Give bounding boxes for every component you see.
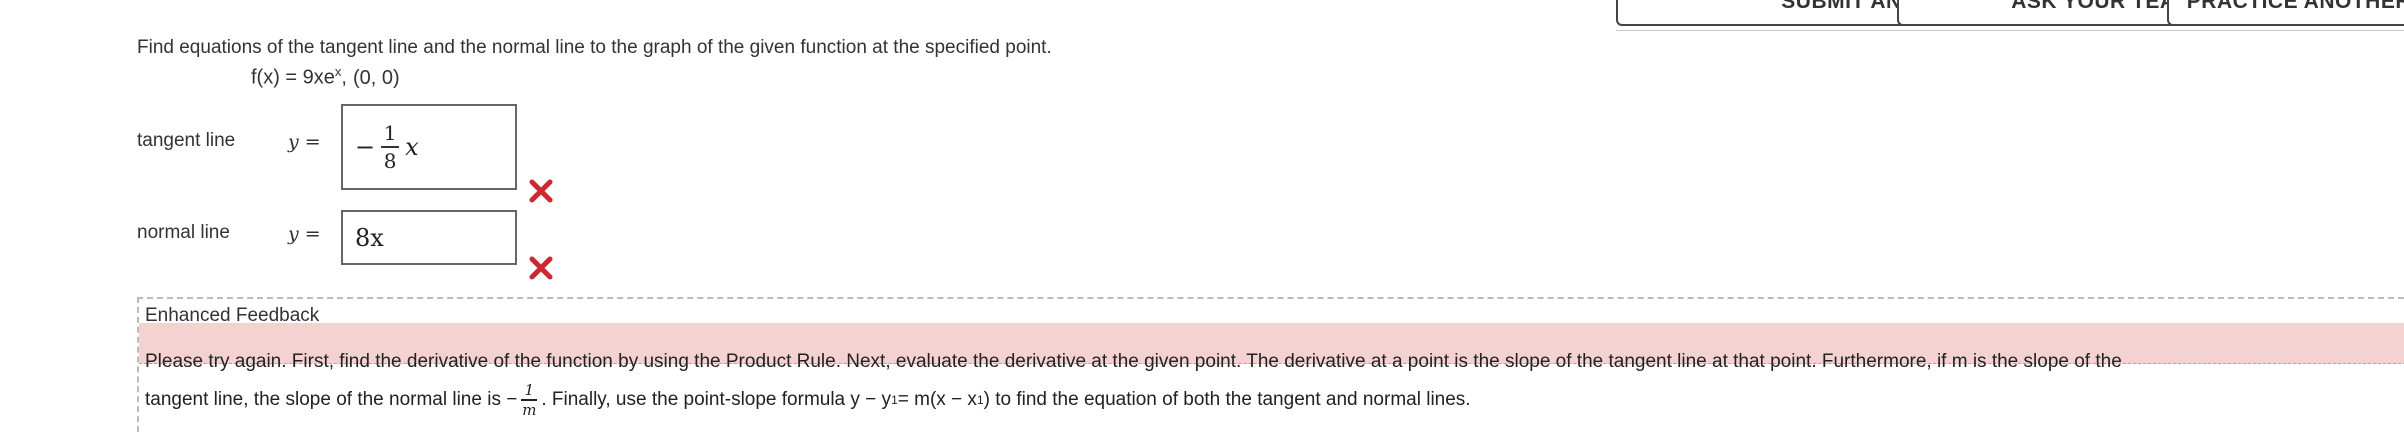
function-expression: f(x) = 9xex, (251, 64, 347, 89)
function-definition: f(x) = 9xex, (0, 0) (251, 64, 400, 90)
feedback-line-2-part-b: . Finally, use the point-slope formula y… (541, 389, 892, 410)
function-lhs: f(x) = 9xe (251, 66, 335, 89)
tangent-fraction: 1 8 (381, 121, 400, 173)
incorrect-x-icon (529, 256, 553, 280)
question-prompt: Find equations of the tangent line and t… (137, 37, 1052, 58)
feedback-subscript-1: 1 (891, 393, 898, 407)
feedback-line-2-part-d: ) to find the equation of both the tange… (983, 389, 1471, 410)
function-exponent: x (334, 64, 342, 79)
tangent-fraction-denominator: 8 (383, 149, 397, 173)
feedback-fraction-denominator: m (522, 400, 537, 419)
feedback-line-1: Please try again. First, find the deriva… (145, 351, 2122, 372)
practice-another-label: Practice Another (2186, 0, 2404, 13)
top-button-bar: Submit Answer Ask Your Teacher Practice … (1616, 0, 2404, 30)
feedback-line-2: tangent line, the slope of the normal li… (145, 381, 2385, 419)
feedback-line-2-part-a: tangent line, the slope of the normal li… (145, 389, 518, 410)
tangent-answer-expression: − 1 8 x (355, 122, 419, 172)
feedback-line-2-part-c: = m(x − x (897, 389, 977, 410)
feedback-text: Please try again. First, find the deriva… (145, 343, 2385, 419)
practice-another-button[interactable]: Practice Another (2167, 0, 2404, 26)
feedback-subscript-2: 1 (976, 393, 984, 407)
normal-answer-field[interactable]: 8x (341, 210, 517, 265)
feedback-fraction-numerator: 1 (524, 381, 535, 400)
tangent-fraction-numerator: 1 (383, 121, 397, 145)
function-point: (0, 0) (352, 66, 400, 89)
enhanced-feedback-panel: Enhanced Feedback Please try again. Firs… (137, 297, 2404, 432)
tangent-line-label: tangent line (137, 130, 236, 151)
tangent-y-equals: y = (288, 131, 321, 153)
tangent-answer-field[interactable]: − 1 8 x (341, 104, 517, 190)
incorrect-x-icon (529, 179, 553, 203)
top-divider (1616, 30, 2404, 31)
tangent-minus: − (355, 133, 376, 161)
normal-line-label: normal line (137, 222, 230, 243)
fraction-bar (381, 146, 400, 148)
normal-answer-value: 8x (355, 223, 384, 252)
normal-y-equals: y = (288, 223, 321, 245)
feedback-fraction: 1 m (521, 381, 538, 419)
tangent-variable: x (405, 133, 419, 161)
feedback-title: Enhanced Feedback (145, 305, 320, 326)
